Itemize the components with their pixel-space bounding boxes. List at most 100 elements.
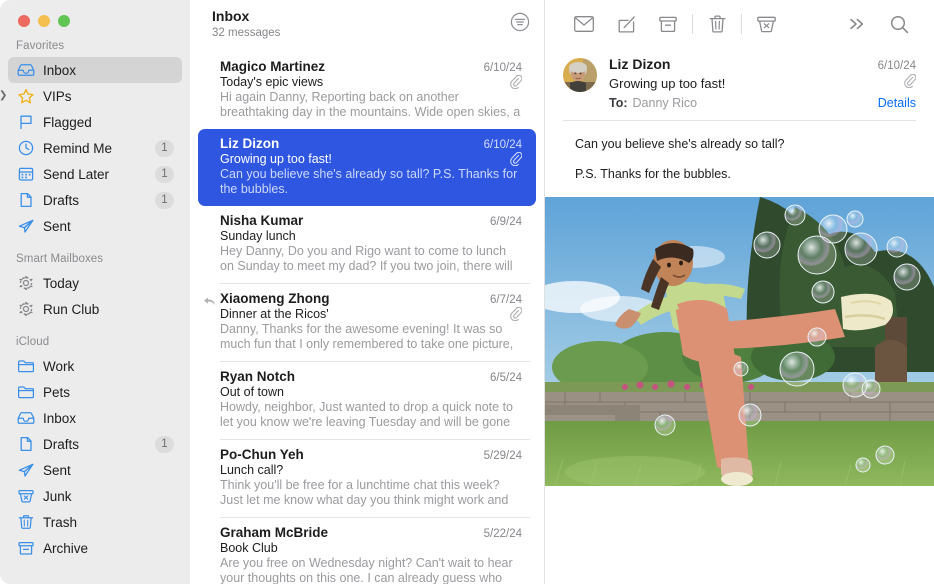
reading-pane: Liz Dizon 6/10/24 Growing up too fast! T… [545,0,934,584]
sidebar-item-label: Archive [43,541,182,556]
sidebar-item-label: Sent [43,463,182,478]
sidebar-item-vips[interactable]: ❯VIPs [8,83,182,109]
message-row-subject-line: Today's epic views [220,75,522,89]
message-date: 6/9/24 [482,216,522,228]
inbox-icon [16,62,35,79]
sidebar-section-header: iCloud [0,332,190,353]
message-list-item[interactable]: Liz Dizon6/10/24Growing up too fast!Can … [198,129,536,206]
sidebar-item-pets[interactable]: Pets [8,379,182,405]
message-date: 5/29/24 [476,450,522,462]
to-value: Danny Rico [633,96,698,110]
close-button[interactable] [18,15,30,27]
message-date: 6/10/24 [476,139,522,151]
mail-window: FavoritesInbox❯VIPsFlaggedRemind Me1Send… [0,0,934,584]
toolbar [545,0,934,48]
mark-unread-button[interactable] [563,9,605,39]
message-row-subject-line: Dinner at the Ricos' [220,307,522,321]
message-row-subject-line: Out of town [220,385,522,399]
flag-icon [16,114,35,131]
message-subject: Out of town [220,385,284,399]
body-line: Can you believe she's already so tall? [575,134,916,154]
message-preview: Danny, Thanks for the awesome evening! I… [220,322,522,352]
trash-icon [16,514,35,531]
sidebar-item-label: Drafts [43,437,155,452]
message-subject: Sunday lunch [220,229,296,243]
sidebar-item-inbox[interactable]: Inbox [8,405,182,431]
message-row-top: Ryan Notch6/5/24 [220,369,522,384]
sidebar-item-label: Send Later [43,167,155,182]
clock-icon [16,140,35,157]
message-row-top: Liz Dizon 6/10/24 [220,136,522,151]
message-row-subject-line: Sunday lunch [220,229,522,243]
toolbar-divider [741,14,742,34]
page-title: Inbox [212,8,280,25]
sidebar-item-label: Pets [43,385,182,400]
sidebar-item-label: Work [43,359,182,374]
paperclip-icon [510,152,522,166]
sidebar-item-trash[interactable]: Trash [8,509,182,535]
sidebar-item-drafts[interactable]: Drafts1 [8,431,182,457]
message-list-item[interactable]: Nisha Kumar6/9/24Sunday lunchHey Danny, … [198,206,536,283]
message-row-top: Nisha Kumar 6/9/24 [220,213,522,228]
sidebar-item-drafts[interactable]: Drafts1 [8,187,182,213]
sidebar-item-label: Inbox [43,411,182,426]
message-preview: Can you believe she's already so tall? P… [220,167,522,197]
message-header: Liz Dizon 6/10/24 Growing up too fast! T… [545,48,934,110]
filter-icon[interactable] [510,12,530,37]
body-line: P.S. Thanks for the bubbles. [575,164,916,184]
sidebar-item-sent[interactable]: Sent [8,213,182,239]
message-preview: Hi again Danny, Reporting back on anothe… [220,90,522,120]
chevron-double-right-icon[interactable] [836,9,878,39]
message-date: 6/10/24 [878,60,916,72]
search-icon[interactable] [878,9,920,39]
junk-button[interactable] [745,9,787,39]
gear-icon [16,301,35,318]
message-sender: Ryan Notch [220,369,295,384]
paperclip-icon [904,74,916,93]
unread-badge: 1 [155,436,174,453]
message-row-subject-line: Book Club [220,541,522,555]
delete-button[interactable] [696,9,738,39]
sidebar-item-inbox[interactable]: Inbox [8,57,182,83]
details-link[interactable]: Details [878,96,916,110]
message-list-item[interactable]: Magico Martinez 6/10/24Today's epic views… [198,52,536,129]
message-list-item[interactable]: Graham McBride5/22/24Book ClubAre you fr… [198,518,536,584]
attached-image[interactable] [545,197,934,486]
replied-icon [203,294,216,305]
message-row-top: Po-Chun Yeh5/29/24 [220,447,522,462]
chevron-right-icon[interactable]: ❯ [0,91,7,101]
to-label: To: [609,96,628,110]
message-list-item[interactable]: Ryan Notch6/5/24Out of townHowdy, neighb… [198,362,536,439]
message-sender: Graham McBride [220,525,328,540]
traffic-lights [0,0,190,36]
sidebar-item-sent[interactable]: Sent [8,457,182,483]
gear-icon [16,275,35,292]
message-list-item[interactable]: Po-Chun Yeh5/29/24Lunch call?Think you'l… [198,440,536,517]
sidebar-item-label: Junk [43,489,182,504]
message-sender: Magico Martinez [220,59,325,74]
minimize-button[interactable] [38,15,50,27]
archive-button[interactable] [647,9,689,39]
sidebar-item-label: Inbox [43,63,182,78]
sidebar-item-label: Flagged [43,115,182,130]
sidebar-item-label: Trash [43,515,182,530]
sidebar-item-remind-me[interactable]: Remind Me1 [8,135,182,161]
zoom-button[interactable] [58,15,70,27]
sidebar-item-archive[interactable]: Archive [8,535,182,561]
message-date: 6/10/24 [476,62,522,74]
folder-icon [16,384,35,401]
message-preview: Think you'll be free for a lunchtime cha… [220,478,522,508]
sidebar-item-work[interactable]: Work [8,353,182,379]
message-list-item[interactable]: Xiaomeng Zhong6/7/24Dinner at the Ricos'… [198,284,536,361]
message-row-top: Graham McBride5/22/24 [220,525,522,540]
sidebar-item-run-club[interactable]: Run Club [8,296,182,322]
sidebar-item-send-later[interactable]: Send Later1 [8,161,182,187]
message-sender: Nisha Kumar [220,213,303,228]
compose-button[interactable] [605,9,647,39]
paper-plane-icon [16,218,35,235]
sidebar-item-flagged[interactable]: Flagged [8,109,182,135]
sidebar-item-label: Sent [43,219,182,234]
sidebar-item-junk[interactable]: Junk [8,483,182,509]
sidebar-item-today[interactable]: Today [8,270,182,296]
message-sender: Liz Dizon [220,136,279,151]
